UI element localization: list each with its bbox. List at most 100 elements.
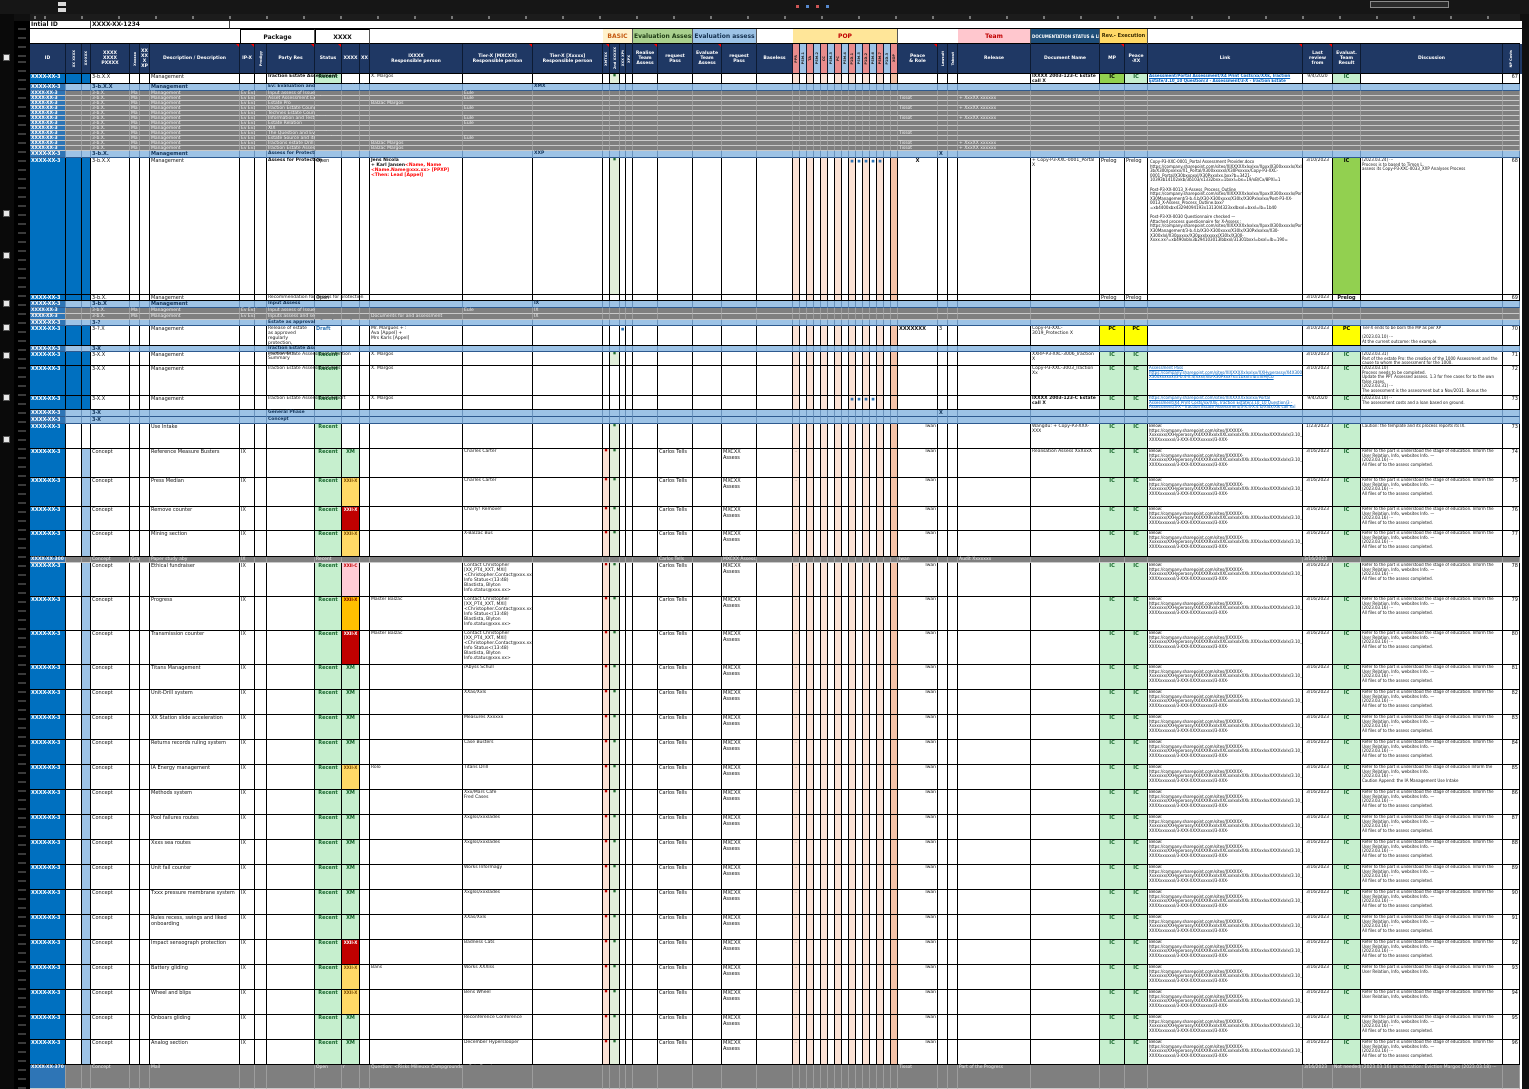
cell-status[interactable]: Recent [315,815,342,840]
cell-result[interactable]: IC [1333,890,1361,915]
cell-p6[interactable] [835,507,842,531]
cell-p6[interactable] [835,74,842,84]
cell-link[interactable]: Below: https://company.sharepoint.com/si… [1148,865,1303,890]
cell-m1[interactable]: ■ [603,890,610,915]
cell-mp[interactable] [1100,1065,1125,1089]
cell-p3[interactable] [814,665,821,690]
cell-p10[interactable] [863,151,870,158]
cell-p2[interactable] [807,417,814,424]
cell-result[interactable]: IC [1333,424,1361,449]
cell-tier2[interactable]: Charles Carter [463,478,533,507]
cell-m1[interactable] [603,151,610,158]
cell-t2[interactable] [140,1015,150,1040]
cell-p7[interactable] [842,1040,849,1065]
cell-p8[interactable] [849,478,856,507]
cell-p4[interactable] [821,915,828,940]
cell-ea1[interactable] [693,1040,722,1065]
cell-owner[interactable]: Iwan [898,815,938,840]
cell-mp[interactable]: IC [1100,990,1125,1015]
cell-p10[interactable] [863,865,870,890]
cell-p2[interactable] [807,1040,814,1065]
cell-link[interactable]: Below: https://company.sharepoint.com/si… [1148,740,1303,765]
cell-m1[interactable]: ■ [603,478,610,507]
cell-id[interactable]: XXXX-XX-3 [30,815,66,840]
cell-release[interactable] [958,990,1031,1015]
cell-release[interactable] [958,1040,1031,1065]
cell-party[interactable]: Release of estate as approved regularly … [267,326,315,346]
cell-code[interactable]: XXII-X [342,631,360,665]
cell-m1[interactable]: ■ [603,1040,610,1065]
cell-tier2[interactable]: Measures Xxxxxx [463,715,533,740]
cell-phase[interactable]: Concept [91,665,130,690]
cell-tier3[interactable] [533,557,603,563]
cell-doc[interactable] [1031,563,1100,597]
cell-p6[interactable] [835,410,842,417]
cell-pc[interactable] [1125,557,1148,563]
cell-ea1[interactable] [693,990,722,1015]
cell-ip[interactable] [240,158,255,295]
cell-date[interactable]: 3/16/2023 [1303,1065,1333,1089]
cell-t2[interactable] [140,1065,150,1089]
cell-t3[interactable] [255,478,267,507]
cell-p14[interactable] [891,478,898,507]
cell-t2[interactable] [140,940,150,965]
cell-party[interactable] [267,990,315,1015]
cell-status[interactable] [315,301,342,308]
cell-r2[interactable] [948,346,958,352]
cell-t1[interactable] [130,507,140,531]
cell-p8[interactable] [849,507,856,531]
cell-p10[interactable] [863,1065,870,1089]
cell-p1[interactable] [800,631,807,665]
cell-m2[interactable]: ■ [610,990,620,1015]
cell-p14[interactable] [891,990,898,1015]
cell-tier2[interactable] [463,396,533,410]
cell-m1[interactable] [603,424,610,449]
cell-p6[interactable] [835,815,842,840]
cell-m4[interactable] [626,366,633,396]
cell-sp2[interactable] [82,1015,91,1040]
cell-tier2[interactable] [463,320,533,326]
cell-t3[interactable] [255,790,267,815]
cell-ev1[interactable] [633,690,658,715]
cell-tier3[interactable] [533,1065,603,1089]
cell-phase[interactable]: Concept [91,840,130,865]
cell-disc[interactable] [1361,410,1503,417]
cell-r2[interactable] [948,74,958,84]
cell-m4[interactable] [626,410,633,417]
cell-p12[interactable]: ■ [877,158,884,295]
cell-p0[interactable]: · [793,449,800,478]
cell-p1[interactable] [800,1015,807,1040]
cell-doc[interactable]: IXXXX 2003-123-C Estate call X [1031,396,1100,410]
cell-disc[interactable]: Refer to the part is understood the stag… [1361,531,1503,557]
cell-sp2[interactable] [82,84,91,91]
cell-num[interactable] [1503,84,1520,91]
cell-p8[interactable] [849,1065,856,1089]
cell-p2[interactable] [807,865,814,890]
cell-p9[interactable]: ■ [856,158,863,295]
cell-code[interactable] [342,417,360,424]
cell-m1[interactable]: ■ [603,790,610,815]
cell-mp[interactable]: IC [1100,965,1125,990]
cell-p3[interactable] [814,597,821,631]
cell-t4[interactable] [360,531,370,557]
cell-r2[interactable] [948,940,958,965]
column-header-num[interactable]: NP Costs [1503,44,1520,74]
cell-p6[interactable] [835,320,842,326]
cell-p4[interactable] [821,715,828,740]
cell-p8[interactable]: ■ [849,396,856,410]
cell-ev1[interactable] [633,865,658,890]
cell-doc[interactable] [1031,915,1100,940]
cell-p8[interactable] [849,990,856,1015]
cell-ev2[interactable]: Carlos Tells [658,765,693,790]
cell-p13[interactable] [884,301,891,308]
cell-doc[interactable] [1031,890,1100,915]
cell-p10[interactable] [863,410,870,417]
cell-p4[interactable] [821,631,828,665]
cell-ea2[interactable] [722,74,757,84]
cell-p2[interactable] [807,396,814,410]
cell-t3[interactable] [255,940,267,965]
cell-tier2[interactable]: Xxx/Mars Cafe Fred Cases [463,790,533,815]
row-number-gutter[interactable] [14,21,30,1089]
cell-base[interactable] [757,1015,793,1040]
cell-p4[interactable] [821,151,828,158]
